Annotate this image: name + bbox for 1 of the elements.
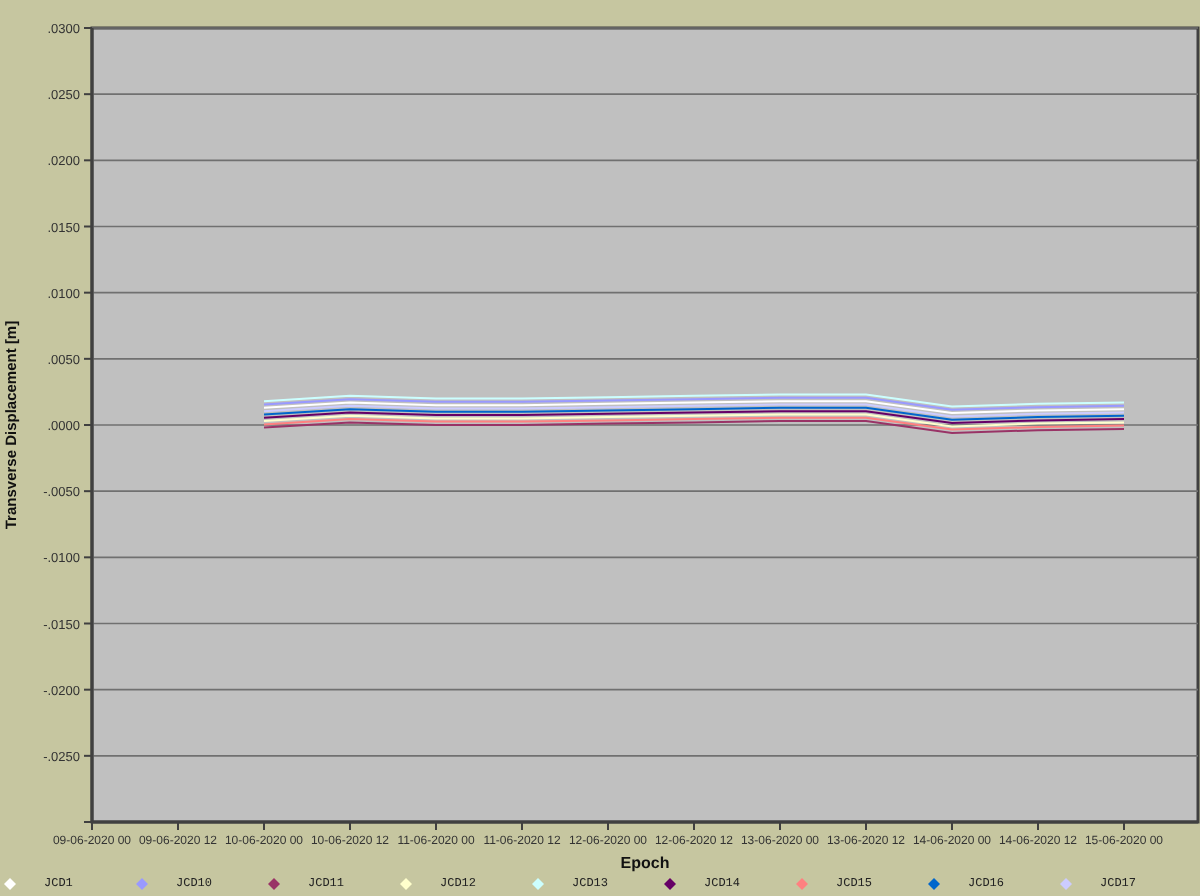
x-axis-title: Epoch [620, 854, 670, 872]
